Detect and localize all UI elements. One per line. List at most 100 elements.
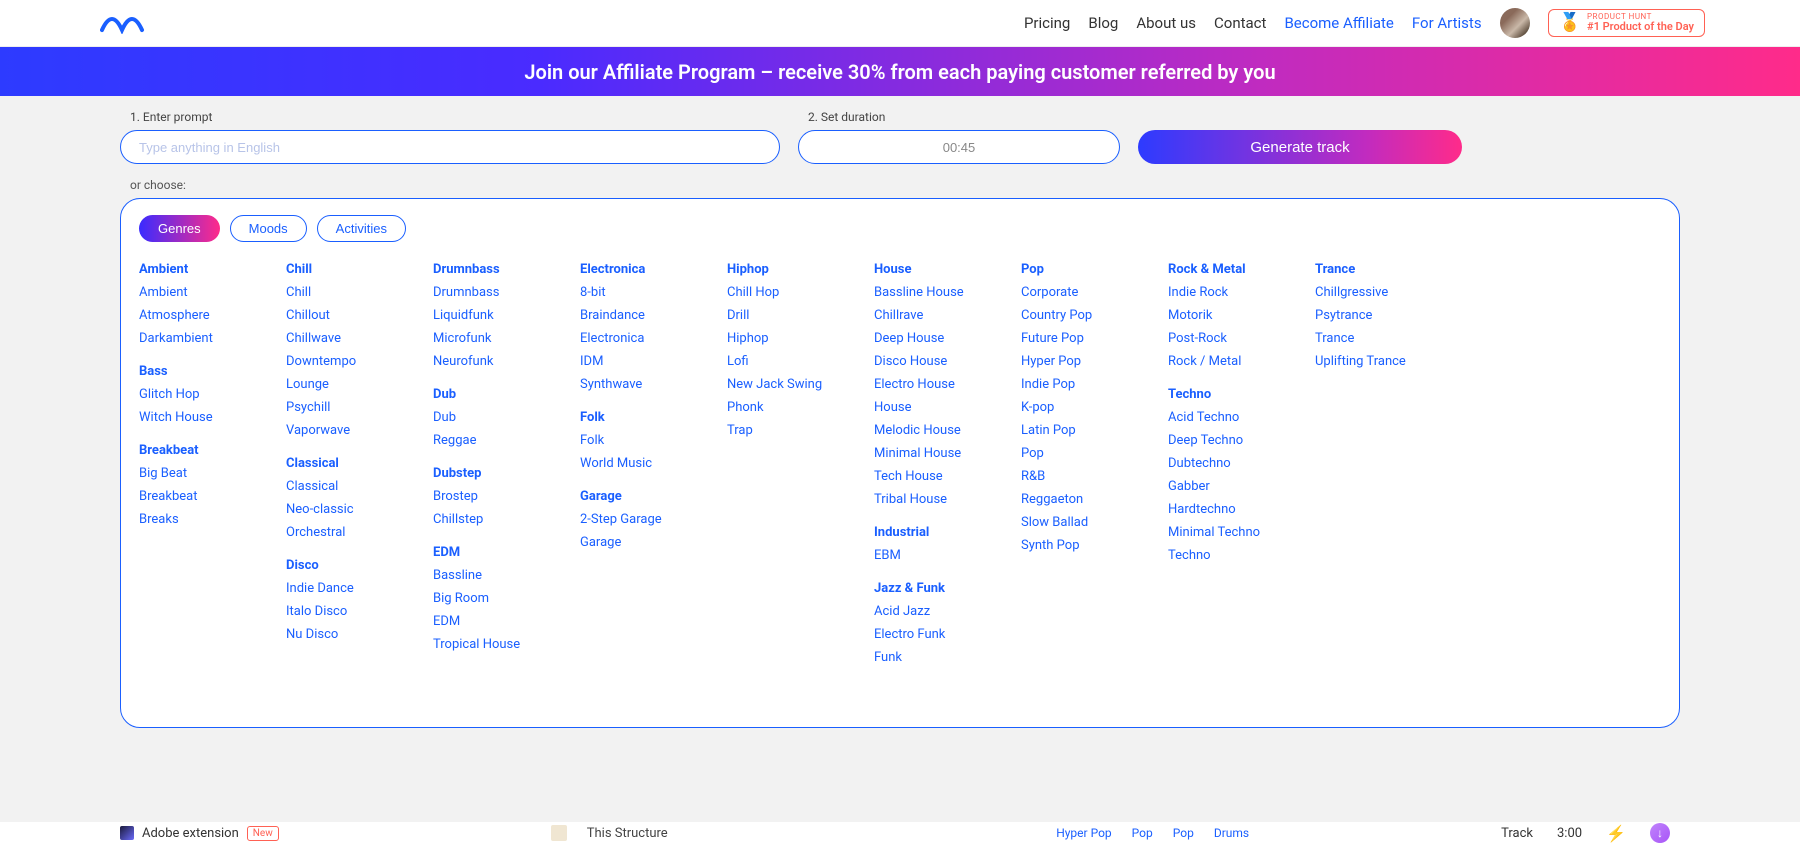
affiliate-banner[interactable]: Join our Affiliate Program – receive 30%… [0,47,1800,96]
genre-item[interactable]: Bassline House [874,285,1021,300]
genre-item[interactable]: Glitch Hop [139,387,286,402]
genre-item[interactable]: Chill [286,285,433,300]
genre-item[interactable]: Vaporwave [286,423,433,438]
genre-item[interactable]: Disco House [874,354,1021,369]
genre-item[interactable]: Garage [580,535,727,550]
genre-item[interactable]: Witch House [139,410,286,425]
genre-item[interactable]: Synthwave [580,377,727,392]
logo[interactable] [100,12,170,34]
footer-tag[interactable]: Pop [1173,826,1194,840]
genre-item[interactable]: Chillstep [433,512,580,527]
genre-item[interactable]: Ambient [139,285,286,300]
genre-item[interactable]: Trance [1315,331,1462,346]
bolt-icon[interactable]: ⚡ [1606,824,1626,843]
genre-item[interactable]: Techno [1168,548,1315,563]
genre-item[interactable]: Tropical House [433,637,580,652]
genre-item[interactable]: Drill [727,308,874,323]
chip-moods[interactable]: Moods [230,215,307,242]
adobe-ext-label[interactable]: Adobe extension [142,826,239,841]
genre-item[interactable]: Orchestral [286,525,433,540]
product-hunt-badge[interactable]: 🏅 PRODUCT HUNT #1 Product of the Day [1548,9,1705,38]
genre-item[interactable]: Lofi [727,354,874,369]
genre-item[interactable]: House [874,400,1021,415]
genre-item[interactable]: R&B [1021,469,1168,484]
genre-item[interactable]: Brostep [433,489,580,504]
generate-button[interactable]: Generate track [1138,130,1462,164]
genre-item[interactable]: Hyper Pop [1021,354,1168,369]
genre-item[interactable]: Folk [580,433,727,448]
chip-activities[interactable]: Activities [317,215,406,242]
genre-item[interactable]: Hardtechno [1168,502,1315,517]
download-icon[interactable]: ↓ [1650,823,1670,843]
genre-item[interactable]: Breaks [139,512,286,527]
genre-item[interactable]: Dub [433,410,580,425]
genre-item[interactable]: K-pop [1021,400,1168,415]
genre-item[interactable]: Chillrave [874,308,1021,323]
footer-tag[interactable]: Pop [1132,826,1153,840]
genre-item[interactable]: Phonk [727,400,874,415]
genre-item[interactable]: Post-Rock [1168,331,1315,346]
genre-item[interactable]: IDM [580,354,727,369]
genre-item[interactable]: Indie Pop [1021,377,1168,392]
genre-item[interactable]: Chillwave [286,331,433,346]
genre-item[interactable]: Electronica [580,331,727,346]
genre-item[interactable]: Minimal House [874,446,1021,461]
genre-item[interactable]: Electro House [874,377,1021,392]
genre-item[interactable]: Funk [874,650,1021,665]
genre-item[interactable]: EDM [433,614,580,629]
footer-tag[interactable]: Drums [1214,826,1249,840]
genre-item[interactable]: World Music [580,456,727,471]
nav-pricing[interactable]: Pricing [1024,14,1070,32]
nav-blog[interactable]: Blog [1088,14,1118,32]
duration-input[interactable] [798,130,1120,164]
track-thumbnail[interactable] [551,825,567,841]
genre-item[interactable]: New Jack Swing [727,377,874,392]
genre-item[interactable]: Darkambient [139,331,286,346]
genre-item[interactable]: Chill Hop [727,285,874,300]
genre-item[interactable]: Braindance [580,308,727,323]
avatar[interactable] [1500,8,1530,38]
chip-genres[interactable]: Genres [139,215,220,242]
nav-artists[interactable]: For Artists [1412,14,1482,32]
genre-item[interactable]: Classical [286,479,433,494]
genre-item[interactable]: Lounge [286,377,433,392]
genre-item[interactable]: Motorik [1168,308,1315,323]
genre-item[interactable]: 2-Step Garage [580,512,727,527]
genre-item[interactable]: Big Beat [139,466,286,481]
genre-item[interactable]: Downtempo [286,354,433,369]
genre-item[interactable]: Future Pop [1021,331,1168,346]
genre-item[interactable]: Chillout [286,308,433,323]
genre-item[interactable]: Atmosphere [139,308,286,323]
genre-item[interactable]: Big Room [433,591,580,606]
nav-contact[interactable]: Contact [1214,14,1266,32]
genre-item[interactable]: Deep House [874,331,1021,346]
genre-item[interactable]: Reggae [433,433,580,448]
prompt-input[interactable] [120,130,780,164]
genre-item[interactable]: Gabber [1168,479,1315,494]
genre-item[interactable]: Acid Jazz [874,604,1021,619]
genre-item[interactable]: 8-bit [580,285,727,300]
genre-item[interactable]: Microfunk [433,331,580,346]
genre-item[interactable]: Trap [727,423,874,438]
genre-item[interactable]: Electro Funk [874,627,1021,642]
genre-item[interactable]: Hiphop [727,331,874,346]
genre-item[interactable]: Nu Disco [286,627,433,642]
genre-item[interactable]: Psytrance [1315,308,1462,323]
genre-item[interactable]: Neurofunk [433,354,580,369]
genre-item[interactable]: Melodic House [874,423,1021,438]
genre-item[interactable]: Psychill [286,400,433,415]
genre-item[interactable]: Acid Techno [1168,410,1315,425]
genre-item[interactable]: Indie Dance [286,581,433,596]
genre-item[interactable]: Dubtechno [1168,456,1315,471]
genre-item[interactable]: Italo Disco [286,604,433,619]
genre-item[interactable]: Slow Ballad [1021,515,1168,530]
genre-item[interactable]: Country Pop [1021,308,1168,323]
nav-affiliate[interactable]: Become Affiliate [1284,14,1393,32]
genre-item[interactable]: Neo-classic [286,502,433,517]
genre-item[interactable]: Latin Pop [1021,423,1168,438]
genre-item[interactable]: Liquidfunk [433,308,580,323]
nav-about[interactable]: About us [1136,14,1196,32]
genre-item[interactable]: Bassline [433,568,580,583]
genre-item[interactable]: Drumnbass [433,285,580,300]
genre-item[interactable]: Rock / Metal [1168,354,1315,369]
